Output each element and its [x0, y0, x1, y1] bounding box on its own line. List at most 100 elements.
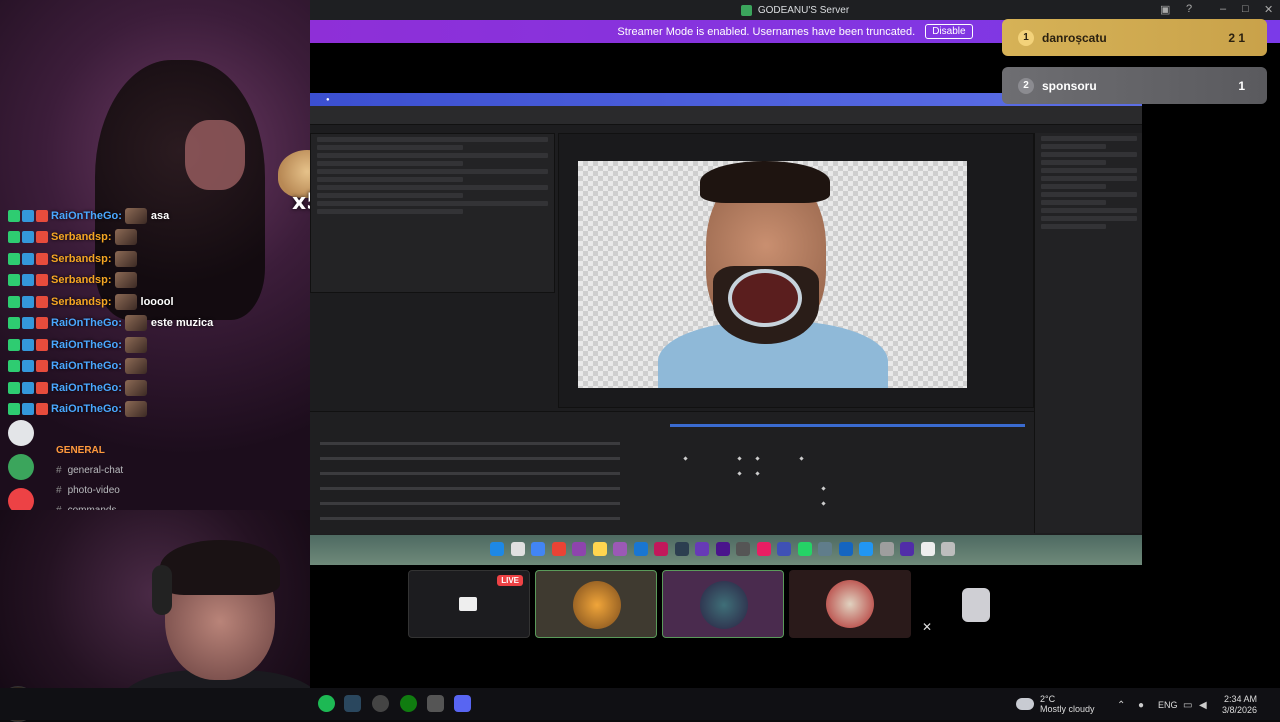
dock-app-icon[interactable] — [859, 542, 873, 556]
dock-app-icon[interactable] — [777, 542, 791, 556]
dock-app-icon[interactable] — [674, 542, 689, 556]
system-clock[interactable]: 2:34 AM 3/8/2026 — [1222, 694, 1257, 716]
dock-app-icon[interactable] — [572, 542, 586, 556]
dock-app-icon[interactable] — [941, 542, 955, 556]
chat-badges — [8, 338, 48, 351]
disable-button[interactable]: Disable — [925, 24, 973, 39]
chat-username: Serbandsp: — [51, 231, 112, 244]
dock-app-icon[interactable] — [715, 542, 730, 556]
steam-icon[interactable] — [344, 695, 361, 712]
spotify-icon[interactable] — [318, 695, 335, 712]
participant-tile[interactable] — [535, 570, 657, 638]
keyframe[interactable] — [755, 456, 760, 461]
maximize-icon[interactable]: □ — [1242, 3, 1249, 15]
dock-app-icon[interactable] — [654, 542, 668, 556]
keyframe[interactable] — [821, 486, 826, 491]
streamer-hands — [185, 120, 245, 190]
dock-app-icon[interactable] — [510, 542, 525, 556]
badge-icon — [22, 274, 34, 287]
badge-icon — [22, 209, 34, 222]
keyframe[interactable] — [683, 456, 688, 461]
dock-app-icon[interactable] — [490, 542, 504, 556]
participant-tile[interactable] — [662, 570, 784, 638]
dock-app-icon[interactable] — [695, 542, 709, 556]
category-general[interactable]: GENERAL — [56, 440, 123, 460]
emote-icon — [124, 207, 147, 224]
badge-icon — [8, 274, 20, 287]
badge-icon — [8, 403, 20, 416]
channel-general-chat[interactable]: # general-chat — [56, 460, 123, 480]
dock-app-icon[interactable] — [756, 542, 771, 556]
dock-app-icon[interactable] — [879, 542, 894, 556]
server-icon[interactable] — [8, 420, 34, 446]
language-indicator[interactable]: ENG — [1158, 700, 1178, 710]
discord-icon[interactable] — [454, 695, 471, 712]
badge-icon — [22, 252, 34, 265]
channel-photo-video[interactable]: # photo-video — [56, 480, 123, 500]
weather-widget[interactable]: 2°C Mostly cloudy — [1016, 694, 1095, 714]
dock-app-icon[interactable] — [551, 542, 566, 556]
chat-badges — [8, 360, 48, 373]
emote-icon — [114, 250, 137, 267]
chat-badges — [8, 274, 48, 287]
participant-tile[interactable] — [789, 570, 911, 638]
badge-icon — [36, 252, 48, 265]
emote-icon — [124, 358, 147, 375]
shared-screen-after-effects[interactable]: ● — [310, 93, 1142, 565]
weather-desc: Mostly cloudy — [1040, 704, 1095, 714]
badge-icon — [36, 403, 48, 416]
chevron-up-icon[interactable]: ⌃ — [1117, 700, 1125, 711]
emote-icon — [124, 336, 147, 353]
chat-username: RaiOnTheGo: — [51, 381, 122, 394]
keyframe[interactable] — [821, 501, 826, 506]
server-title: GODEANU'S Server — [757, 4, 850, 16]
stream-preview-tile[interactable]: LIVE — [408, 570, 530, 638]
dock-app-icon[interactable] — [900, 542, 914, 556]
robot-avatar[interactable] — [962, 588, 990, 622]
timeline-panel — [310, 411, 1034, 534]
dock-app-icon[interactable] — [838, 542, 853, 556]
chat-message: RaiOnTheGo: — [8, 356, 308, 378]
dock-app-icon[interactable] — [613, 542, 627, 556]
dock-app-icon[interactable] — [633, 542, 648, 556]
dock-app-icon[interactable] — [736, 542, 750, 556]
keyframe[interactable] — [737, 456, 742, 461]
live-badge: LIVE — [497, 575, 523, 586]
keyframe[interactable] — [737, 471, 742, 476]
chat-message: RaiOnTheGo: — [8, 399, 308, 421]
tool-icon[interactable] — [427, 695, 444, 712]
hash-icon: # — [56, 484, 62, 496]
inbox-icon[interactable]: ▣ — [1160, 3, 1170, 16]
mic-icon[interactable]: ● — [1138, 700, 1144, 711]
xbox-icon[interactable] — [400, 695, 417, 712]
close-icon[interactable]: ✕ — [1264, 3, 1273, 16]
badge-icon — [22, 360, 34, 373]
dock-app-icon[interactable] — [920, 542, 935, 556]
chat-username: RaiOnTheGo: — [51, 317, 122, 330]
server-icon — [740, 4, 752, 16]
keyframe[interactable] — [755, 471, 760, 476]
dock-app-icon[interactable] — [531, 542, 545, 556]
donor-name: sponsoru — [1042, 78, 1097, 93]
chat-message: RaiOnTheGo: asa — [8, 205, 308, 227]
badge-icon — [8, 360, 20, 373]
obs-icon[interactable] — [372, 695, 389, 712]
volume-icon[interactable]: ◀ — [1199, 700, 1207, 711]
emote-icon — [114, 229, 137, 246]
dock-app-icon[interactable] — [592, 542, 607, 556]
minimize-icon[interactable]: – — [1220, 3, 1226, 15]
keyframe[interactable] — [799, 456, 804, 461]
dock-app-icon[interactable] — [818, 542, 832, 556]
dock-app-icon[interactable] — [797, 542, 812, 556]
cloud-icon — [1016, 698, 1034, 710]
clock-date: 3/8/2026 — [1222, 705, 1258, 715]
badge-icon — [36, 338, 48, 351]
badge-icon — [36, 295, 48, 308]
server-icon[interactable] — [8, 454, 34, 480]
network-icon[interactable]: ▭ — [1183, 700, 1192, 711]
help-icon[interactable]: ? — [1186, 3, 1192, 15]
badge-icon — [22, 317, 34, 330]
chat-username: RaiOnTheGo: — [51, 360, 122, 373]
hash-icon: # — [56, 464, 62, 476]
chat-badges — [8, 252, 48, 265]
